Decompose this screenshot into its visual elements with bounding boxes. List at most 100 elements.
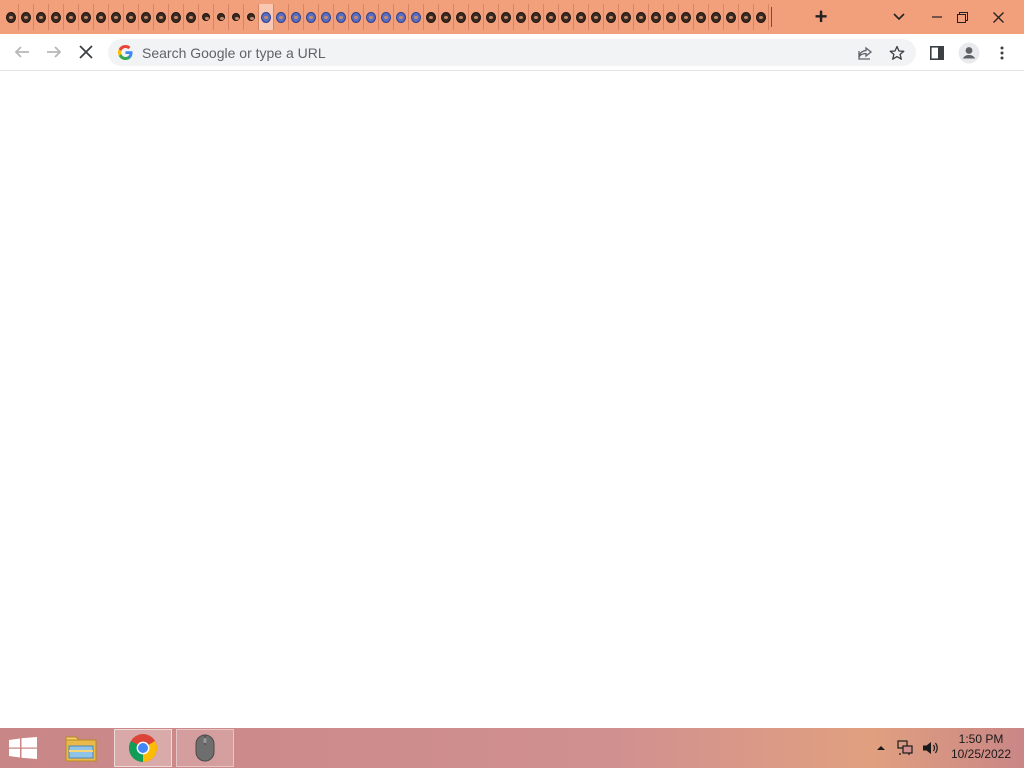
tab-favicon-icon [531,11,541,23]
browser-tab[interactable] [679,4,694,30]
browser-tab[interactable] [229,4,244,30]
browser-tab[interactable] [274,4,289,30]
tab-favicon-icon [426,11,436,23]
browser-tab[interactable] [184,4,199,30]
browser-tab[interactable] [109,4,124,30]
restore-button[interactable] [950,0,974,34]
tab-favicon-icon [66,11,76,23]
browser-tab[interactable] [514,4,529,30]
browser-tab[interactable] [394,4,409,30]
close-window-button[interactable] [984,0,1012,34]
browser-menu-button[interactable] [992,42,1012,64]
browser-tab[interactable] [709,4,724,30]
browser-tab[interactable] [379,4,394,30]
browser-tab[interactable] [619,4,634,30]
address-bar[interactable] [108,39,916,66]
browser-tab[interactable] [34,4,49,30]
browser-tab[interactable] [289,4,304,30]
browser-tab[interactable] [559,4,574,30]
chrome-logo-icon [129,734,157,762]
taskbar-chrome[interactable] [114,729,172,767]
browser-tab[interactable] [199,4,214,30]
browser-tab[interactable] [724,4,739,30]
browser-tab[interactable] [694,4,709,30]
chevron-down-icon [893,13,905,21]
tab-favicon-icon [546,11,556,23]
tab-list [4,4,772,30]
tab-favicon-icon [396,11,406,23]
browser-tab[interactable] [484,4,499,30]
browser-tab[interactable] [259,4,274,30]
share-button[interactable] [854,42,876,64]
browser-tab[interactable] [409,4,424,30]
browser-tab[interactable] [739,4,754,30]
browser-tab[interactable] [649,4,664,30]
side-panel-button[interactable] [926,42,948,64]
browser-tab[interactable] [19,4,34,30]
browser-tab[interactable] [169,4,184,30]
browser-tab[interactable] [49,4,64,30]
stop-loading-button[interactable] [72,38,100,66]
browser-tab[interactable] [469,4,484,30]
tab-favicon-icon [232,13,240,21]
taskbar-mouse-app[interactable] [176,729,234,767]
tab-favicon-icon [351,11,361,23]
back-button[interactable] [8,38,36,66]
browser-tab[interactable] [4,4,19,30]
browser-tab[interactable] [589,4,604,30]
volume-button[interactable] [920,728,942,768]
tab-favicon-icon [202,13,210,21]
tab-favicon-icon [96,11,106,23]
show-hidden-icons-button[interactable] [874,728,888,768]
forward-button[interactable] [40,38,68,66]
browser-tab[interactable] [214,4,229,30]
browser-tab[interactable] [664,4,679,30]
bookmark-button[interactable] [886,42,908,64]
browser-tab[interactable] [754,4,769,30]
tab-search-button[interactable] [886,0,912,34]
browser-tab[interactable] [604,4,619,30]
tab-favicon-icon [306,11,316,23]
browser-tab[interactable] [529,4,544,30]
browser-tab[interactable] [424,4,439,30]
clock-date: 10/25/2022 [950,747,1012,761]
browser-tab[interactable] [349,4,364,30]
taskbar-clock[interactable]: 1:50 PM 10/25/2022 [946,732,1016,762]
tab-favicon-icon [321,11,331,23]
kebab-menu-icon [1000,46,1004,60]
tab-favicon-icon [186,11,196,23]
stop-loading-icon [79,45,93,59]
browser-tab[interactable] [439,4,454,30]
tab-favicon-icon [171,11,181,23]
minimize-button[interactable] [926,0,948,34]
tab-favicon-icon [741,11,751,23]
profile-button[interactable] [956,41,982,65]
browser-toolbar [0,34,1024,71]
browser-tab[interactable] [334,4,349,30]
browser-tab[interactable] [364,4,379,30]
browser-tab[interactable] [79,4,94,30]
browser-tab[interactable] [634,4,649,30]
tab-favicon-icon [366,11,376,23]
start-button[interactable] [6,734,40,762]
browser-tab[interactable] [94,4,109,30]
browser-tab[interactable] [124,4,139,30]
browser-tab[interactable] [304,4,319,30]
browser-tab[interactable] [64,4,79,30]
browser-tab[interactable] [499,4,514,30]
browser-tab[interactable] [154,4,169,30]
tab-favicon-icon [486,11,496,23]
browser-tab[interactable] [574,4,589,30]
browser-tab[interactable] [544,4,559,30]
address-input[interactable] [142,39,822,66]
browser-tab[interactable] [244,4,259,30]
browser-tab[interactable] [454,4,469,30]
network-button[interactable] [894,728,916,768]
chevron-up-icon [877,746,885,750]
tab-strip: + [0,0,1024,34]
tab-favicon-icon [51,11,61,23]
taskbar-file-explorer[interactable] [52,729,110,767]
browser-tab[interactable] [319,4,334,30]
browser-tab[interactable] [139,4,154,30]
new-tab-button[interactable]: + [808,0,834,34]
